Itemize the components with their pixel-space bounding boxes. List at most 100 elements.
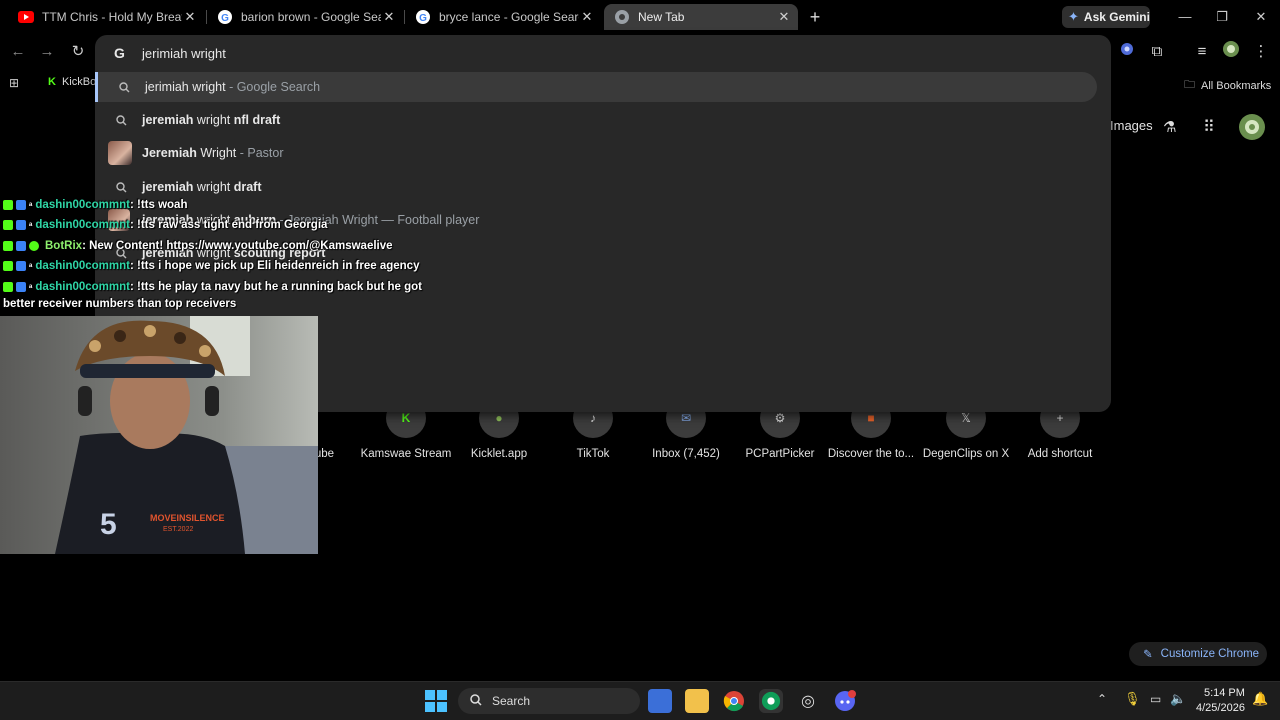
file-explorer-icon[interactable] — [685, 689, 709, 713]
profile-extension-icon[interactable] — [1116, 41, 1138, 63]
suggestion-item[interactable]: jeremiah wright nfl draft — [95, 105, 1097, 135]
windows-taskbar: Search ◎ ⌃ 🎙 ▭ 🔈 5:14 PM 4/25/2026 🔔 — [0, 681, 1280, 720]
network-icon[interactable]: ▭ — [1150, 692, 1161, 706]
kick-badge-icon — [3, 241, 13, 251]
chat-message-continuation: better receiver numbers than top receive… — [3, 298, 236, 310]
google-apps-icon[interactable]: ⠿ — [1203, 117, 1221, 136]
suggestion-text: jeremiah wright nfl draft — [142, 113, 281, 127]
suggestion-text: jerimiah wright - Google Search — [145, 80, 321, 94]
bot-badge-icon — [16, 200, 26, 210]
tray-clock[interactable]: 5:14 PM 4/25/2026 — [1196, 686, 1245, 716]
tab-label: bryce lance - Google Search — [439, 10, 579, 24]
verified-badge-icon — [29, 241, 39, 251]
ask-gemini-label: Ask Gemini — [1083, 10, 1150, 24]
suggestion-item[interactable]: jerimiah wright - Google Search — [95, 72, 1097, 102]
all-bookmarks-button[interactable]: 🗀 All Bookmarks — [1184, 76, 1271, 95]
back-icon[interactable]: ← — [7, 41, 29, 63]
kick-icon: K — [48, 76, 56, 88]
suggestion-item[interactable]: jeremiah wright draft — [95, 172, 1097, 202]
chat-text: : New Content! https://www.youtube.com/@… — [82, 240, 393, 252]
chat-text: better receiver numbers than top receive… — [3, 298, 237, 310]
ask-gemini-button[interactable]: ✦ Ask Gemini — [1062, 6, 1150, 28]
youtube-icon — [18, 9, 34, 25]
customize-chrome-button[interactable]: ✎ Customize Chrome — [1129, 642, 1267, 666]
chat-username: dashin00commnt — [35, 260, 130, 272]
clock-time: 5:14 PM — [1203, 687, 1245, 699]
shortcut-label: Add shortcut — [1027, 448, 1093, 460]
notifications-icon[interactable]: 🔔 — [1252, 691, 1268, 707]
tab-new-tab[interactable]: New Tab ✕ — [604, 4, 798, 30]
chrome-profile-icon[interactable] — [759, 689, 783, 713]
close-window-icon[interactable]: ✕ — [1251, 8, 1271, 26]
bookmark-label: KickBo — [61, 76, 97, 88]
pin-icon: ᵃ — [29, 200, 33, 210]
close-icon[interactable]: ✕ — [381, 9, 397, 25]
webcam-feed: 5 MOVEINSILENCE EST.2022 — [0, 316, 318, 554]
chat-username: dashin00commnt — [35, 199, 130, 211]
svg-text:G: G — [221, 13, 229, 24]
tray-overflow-icon[interactable]: ⌃ — [1097, 692, 1107, 706]
chat-username: dashin00commnt — [35, 219, 130, 231]
kick-badge-icon — [3, 200, 13, 210]
minimize-icon[interactable]: — — [1175, 8, 1195, 26]
chat-text: : !tts raw ass tight end from Georgia — [129, 219, 328, 231]
bookmark-kickbot[interactable]: K KickBo — [48, 76, 96, 88]
gemini-icon: ✦ — [1068, 9, 1079, 24]
chat-text: : !tts he play ta navy but he a running … — [129, 281, 422, 293]
taskbar-search-label: Search — [492, 694, 531, 708]
taskbar-search[interactable]: Search — [458, 688, 640, 714]
chat-username: dashin00commnt — [35, 281, 130, 293]
tab-bryce-lance[interactable]: G bryce lance - Google Search ✕ — [405, 4, 601, 30]
chat-message: BotRix : New Content! https://www.youtub… — [3, 240, 393, 252]
chrome-icon[interactable] — [722, 689, 746, 713]
bot-badge-icon — [16, 241, 26, 251]
chat-text: : !tts woah — [129, 199, 188, 211]
chat-message: ᵃ dashin00commnt : !tts i hope we pick u… — [3, 260, 419, 272]
shortcut-label: PCPartPicker — [745, 448, 815, 460]
obs-icon[interactable]: ◎ — [796, 689, 820, 713]
discord-icon[interactable] — [833, 689, 857, 713]
google-icon: G — [415, 9, 431, 25]
suggestion-text: Jeremiah Wright - Pastor — [142, 146, 284, 160]
tab-barion-brown[interactable]: G barion brown - Google Search ✕ — [207, 4, 403, 30]
omnibox-input[interactable]: G jerimiah wright — [95, 35, 1111, 71]
avatar[interactable] — [1220, 41, 1242, 63]
media-controls-icon[interactable]: ≡ — [1191, 41, 1213, 63]
close-icon[interactable]: ✕ — [579, 9, 595, 25]
new-tab-button[interactable]: + — [805, 7, 825, 27]
windows-icon — [425, 690, 447, 712]
forward-icon[interactable]: → — [36, 41, 58, 63]
tab-youtube[interactable]: TTM Chris - Hold My Breath Ft ✕ — [8, 4, 204, 30]
close-icon[interactable]: ✕ — [776, 9, 792, 25]
close-icon[interactable]: ✕ — [182, 9, 198, 25]
google-icon: G — [217, 9, 233, 25]
shirt-text: MOVEINSILENCE — [150, 513, 225, 523]
search-icon — [117, 80, 131, 94]
account-avatar[interactable] — [1239, 114, 1265, 145]
suggestion-item[interactable]: Jeremiah Wright - Pastor — [95, 138, 1097, 168]
shortcut-label: DegenClips on X — [922, 448, 1010, 460]
chrome-icon — [614, 9, 630, 25]
pin-icon: ᵃ — [29, 261, 33, 271]
store-icon[interactable] — [648, 689, 672, 713]
reload-icon[interactable]: ↻ — [67, 41, 89, 63]
search-icon — [470, 693, 482, 709]
microphone-icon[interactable]: 🎙 — [1124, 691, 1141, 707]
labs-flask-icon[interactable]: ⚗ — [1163, 118, 1181, 136]
bot-badge-icon — [16, 261, 26, 271]
shortcut-label: Discover the to... — [827, 448, 915, 460]
menu-icon[interactable]: ⋮ — [1250, 41, 1272, 63]
start-button[interactable] — [425, 690, 447, 717]
restore-icon[interactable]: ❐ — [1212, 8, 1232, 26]
kick-badge-icon — [3, 261, 13, 271]
omnibox-text[interactable]: jerimiah wright — [142, 46, 226, 61]
bot-badge-icon — [16, 220, 26, 230]
extensions-icon[interactable]: ⧉ — [1146, 41, 1168, 63]
volume-icon[interactable]: 🔈 — [1170, 691, 1186, 707]
images-link[interactable]: Images — [1110, 118, 1153, 133]
suggestion-text: jeremiah wright draft — [142, 180, 262, 194]
apps-grid-icon[interactable]: ⊞ — [9, 76, 23, 90]
shortcut-label: Kamswae Stream — [360, 448, 452, 460]
shirt-number: 5 — [100, 508, 117, 541]
clock-date: 4/25/2026 — [1196, 702, 1245, 714]
